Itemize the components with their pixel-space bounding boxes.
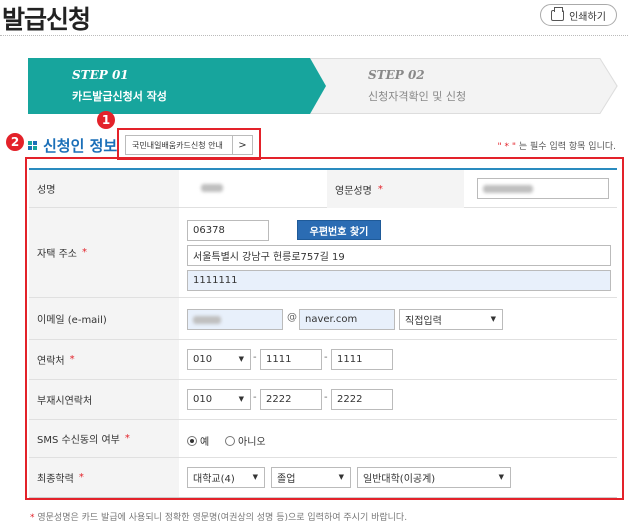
zip-input[interactable]: 06378 (187, 220, 269, 241)
radio-checked-icon (187, 435, 197, 446)
row-name: 성명 영문성명 * (29, 170, 617, 208)
eng-name-label: 영문성명 * (327, 170, 464, 208)
phone-label: 연락처 * (29, 340, 179, 379)
required-note-text: 는 필수 입력 항목 입니다. (518, 142, 616, 152)
phone-prefix-select[interactable]: 010 ▼ (187, 349, 251, 370)
step-2-label: 신청자격확인 및 신청 (368, 90, 467, 103)
guide-label: 국민내일배움카드신청 안내 (132, 140, 223, 150)
row-alt-phone: 부재시연락처 010 ▼ - 2222 - 2222 (29, 380, 617, 420)
footer-note-text: 영문성명은 카드 발급에 사용되니 정확한 영문명(여권상의 성명 등)으로 입… (37, 513, 408, 523)
sms-no-radio[interactable]: 아니오 (225, 433, 266, 448)
graduation-status-select[interactable]: 졸업 ▼ (271, 467, 351, 488)
card-guide-button[interactable]: 국민내일배움카드신청 안내 > (125, 135, 253, 155)
row-phone: 연락처 * 010 ▼ - 1111 - 1111 (29, 340, 617, 380)
chevron-down-icon: ▼ (498, 473, 504, 481)
step-1-number: STEP 01 (72, 68, 129, 82)
page-title: 발급신청 (2, 5, 91, 34)
annotation-badge-1: 1 (97, 111, 115, 129)
print-label: 인쇄하기 (569, 11, 606, 23)
alt-phone-prefix-select[interactable]: 010 ▼ (187, 389, 251, 410)
education-level-select[interactable]: 대학교(4) ▼ (187, 467, 265, 488)
alt-phone-last-input[interactable]: 2222 (331, 389, 393, 410)
eng-name-input[interactable] (477, 178, 609, 199)
alt-phone-label: 부재시연락처 (29, 380, 179, 419)
row-education: 최종학력 * 대학교(4) ▼ 졸업 ▼ 일반대학(이공계) ▼ (29, 458, 617, 498)
phone-last-input[interactable]: 1111 (331, 349, 393, 370)
sms-label: SMS 수신동의 여부 * (29, 420, 179, 457)
chevron-down-icon: ▼ (338, 473, 344, 481)
email-id-input[interactable] (187, 309, 283, 330)
alt-phone-middle-input[interactable]: 2222 (260, 389, 322, 410)
name-value-masked (201, 184, 223, 192)
email-domain-select[interactable]: 직접입력 ▼ (399, 309, 503, 330)
step-1-bg (28, 58, 326, 114)
chevron-down-icon: ▼ (238, 355, 244, 363)
annotation-badge-2: 2 (6, 133, 24, 151)
print-button[interactable]: 인쇄하기 (540, 4, 617, 26)
printer-icon (551, 6, 565, 21)
email-label: 이메일 (e-mail) (29, 298, 179, 339)
step-1-label: 카드발급신청서 작성 (72, 90, 167, 103)
section-title: 신청인 정보 (28, 135, 117, 156)
education-label: 최종학력 * (29, 458, 179, 497)
name-label: 성명 (29, 170, 179, 207)
step-2-number: STEP 02 (368, 68, 425, 82)
row-email: 이메일 (e-mail) @ naver.com 직접입력 ▼ (29, 298, 617, 340)
zip-search-button[interactable]: 우편번호 찾기 (297, 220, 381, 240)
chevron-down-icon: ▼ (252, 473, 258, 481)
step-indicator: STEP 01 카드발급신청서 작성 STEP 02 신청자격확인 및 신청 (28, 58, 618, 114)
row-address: 자택 주소 * 06378 우편번호 찾기 서울특별시 강남구 헌릉로757길 1… (29, 208, 617, 298)
school-type-select[interactable]: 일반대학(이공계) ▼ (357, 467, 511, 488)
chevron-down-icon: ▼ (238, 395, 244, 403)
address-line1-input[interactable]: 서울특별시 강남구 헌릉로757길 19 (187, 245, 611, 266)
squares-icon (28, 140, 38, 151)
sms-yes-radio[interactable]: 예 (187, 433, 209, 448)
at-sign: @ (287, 312, 297, 323)
guide-highlight-box: 국민내일배움카드신청 안내 > (117, 128, 261, 160)
title-divider (0, 35, 628, 36)
chevron-right-icon: > (232, 136, 252, 154)
required-star: " * " (497, 142, 517, 152)
footer-note: * 영문성명은 카드 발급에 사용되니 정확한 영문명(여권상의 성명 등)으로… (30, 513, 408, 523)
required-note: " * " 는 필수 입력 항목 입니다. (498, 139, 617, 152)
email-domain-input[interactable]: naver.com (299, 309, 395, 330)
address-label: 자택 주소 * (29, 208, 179, 297)
phone-middle-input[interactable]: 1111 (260, 349, 322, 370)
row-sms: SMS 수신동의 여부 * 예 아니오 (29, 420, 617, 458)
radio-unchecked-icon (225, 435, 235, 446)
section-title-text: 신청인 정보 (43, 137, 118, 155)
chevron-down-icon: ▼ (490, 315, 496, 323)
address-line2-input[interactable]: 1111111 (187, 270, 611, 291)
applicant-form: 성명 영문성명 * 자택 주소 * 06378 우편번호 찾기 서울특별시 강남구 … (29, 168, 617, 498)
